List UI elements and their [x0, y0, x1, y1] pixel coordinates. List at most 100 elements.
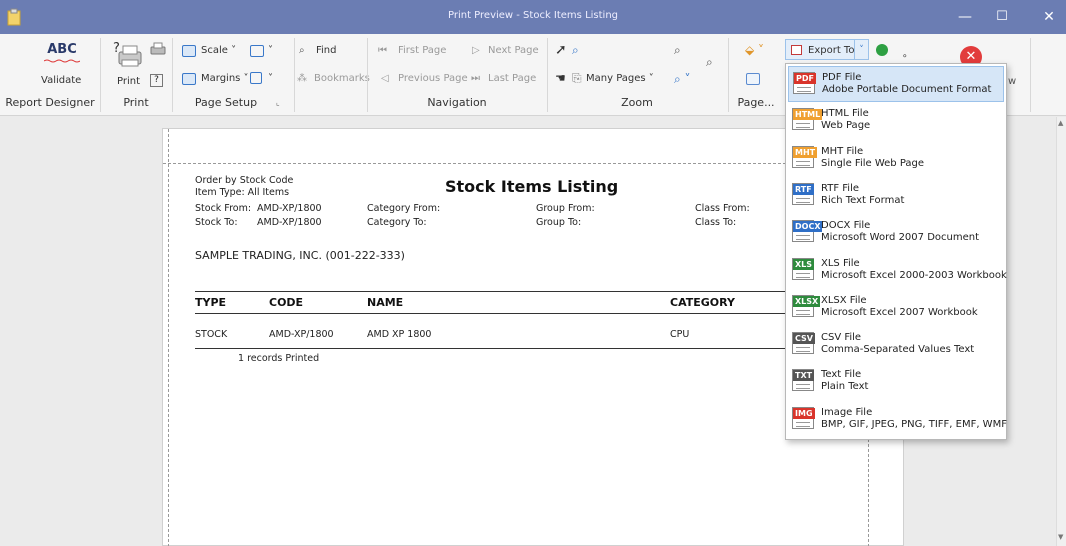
scroll-down-icon[interactable]: ▼	[1058, 533, 1063, 541]
file-icon-line	[796, 347, 810, 349]
quick-print-icon[interactable]	[150, 42, 166, 59]
file-type-tag: XLS	[793, 258, 815, 270]
stock-from-label: Stock From:	[195, 203, 252, 214]
file-icon-line	[797, 87, 811, 88]
records-printed-footer: 1 records Printed	[238, 353, 320, 364]
category-from-label: Category From:	[367, 203, 441, 214]
pages-icon: ⎘	[572, 71, 582, 85]
column-header-category: CATEGORY	[670, 296, 735, 309]
file-icon-line	[796, 351, 810, 353]
report-designer-group-label: Report Designer	[5, 96, 95, 109]
file-type-tag: XLSX	[793, 295, 821, 307]
magnifier-tool-icon[interactable]: ⌕	[572, 43, 579, 58]
file-icon-line	[796, 235, 810, 237]
orientation-dropdown-icon[interactable]: ˅	[268, 45, 273, 56]
scale-button[interactable]: Scale ˅	[201, 45, 236, 56]
scale-icon	[182, 45, 196, 57]
close-button[interactable]: ✕	[1033, 5, 1065, 29]
scroll-up-icon[interactable]: ▲	[1058, 119, 1063, 127]
next-page-icon: ▷	[472, 45, 480, 56]
zoom-in-icon[interactable]: ⌕	[706, 55, 713, 70]
next-page-button[interactable]: Next Page	[488, 45, 539, 56]
paper-size-icon[interactable]	[250, 72, 262, 84]
file-icon-line	[796, 276, 810, 278]
watermark-icon[interactable]	[746, 73, 760, 85]
export-menu-item-img[interactable]: IMG Image File BMP, GIF, JPEG, PNG, TIFF, …	[788, 402, 1007, 438]
report-order-by: Order by Stock Code	[195, 175, 294, 186]
zoom-out-icon[interactable]: ⌕	[674, 43, 681, 58]
print-button[interactable]: Print	[117, 76, 140, 87]
group-to-label: Group To:	[536, 217, 582, 228]
zoom-group-label: Zoom	[621, 96, 653, 109]
export-menu-item-html[interactable]: HTML HTML File Web Page	[788, 103, 1004, 139]
xls-file-icon: XLS	[792, 257, 815, 280]
export-menu-item-title: HTML File	[821, 108, 869, 120]
txt-file-icon: TXT	[792, 369, 815, 392]
export-menu-item-xlsx[interactable]: XLSX XLSX File Microsoft Excel 2007 Workbo…	[788, 290, 1004, 326]
xlsx-file-icon: XLSX	[792, 294, 821, 317]
vertical-scrollbar[interactable]: ▲ ▼	[1056, 117, 1066, 546]
export-menu-item-docx[interactable]: DOCX DOCX File Microsoft Word 2007 Documen…	[788, 215, 1004, 251]
column-header-type: TYPE	[195, 296, 227, 309]
group-from-label: Group From:	[536, 203, 595, 214]
find-icon: ⌕	[299, 45, 305, 56]
page-color-icon[interactable]: ⬙ ˅	[745, 43, 764, 57]
export-menu-item-rtf[interactable]: RTF RTF File Rich Text Format	[788, 178, 1004, 214]
category-to-label: Category To:	[367, 217, 427, 228]
export-menu-item-csv[interactable]: CSV CSV File Comma-Separated Values Text	[788, 327, 1004, 363]
validate-abc-icon[interactable]: ABC	[42, 42, 82, 57]
export-menu-item-description: Microsoft Word 2007 Document	[821, 232, 980, 244]
previous-page-button[interactable]: Previous Page	[398, 73, 468, 84]
export-menu-item-xls[interactable]: XLS XLS File Microsoft Excel 2000-2003 Wor…	[788, 253, 1007, 289]
margin-guide-left	[168, 129, 169, 546]
first-page-icon: ⏮	[378, 45, 387, 56]
export-menu-item-description: Web Page	[821, 120, 871, 132]
file-icon-line	[796, 127, 810, 129]
file-icon-line	[797, 91, 811, 92]
send-email-icon[interactable]	[876, 44, 888, 56]
file-icon-line	[796, 197, 810, 199]
bookmarks-button[interactable]: Bookmarks	[314, 73, 370, 84]
cell-code: AMD-XP/1800	[269, 329, 334, 340]
export-menu-item-title: DOCX File	[821, 220, 871, 232]
margins-button[interactable]: Margins ˅	[201, 73, 249, 84]
export-to-button[interactable]: Export To	[785, 39, 855, 60]
report-title: Stock Items Listing	[445, 177, 619, 196]
orientation-icon[interactable]	[250, 45, 264, 57]
csv-file-icon: CSV	[792, 332, 815, 355]
html-file-icon: HTML	[792, 108, 823, 131]
table-bottom-rule	[195, 348, 785, 349]
table-header-rule	[195, 313, 785, 314]
export-menu-item-title: XLSX File	[821, 294, 867, 306]
file-icon-line	[796, 239, 810, 241]
group-separator	[294, 38, 295, 112]
export-menu-item-title: CSV File	[821, 332, 862, 344]
export-menu-item-txt[interactable]: TXT Text File Plain Text	[788, 364, 1004, 400]
printer-icon[interactable]: ?	[113, 40, 143, 71]
export-dropdown-arrow-icon[interactable]: ˅	[855, 39, 869, 60]
find-button[interactable]: Find	[316, 45, 337, 56]
img-file-icon: IMG	[792, 406, 815, 429]
many-pages-button[interactable]: Many Pages ˅	[586, 73, 654, 84]
report-item-type: Item Type: All Items	[195, 187, 290, 198]
page-setup-group-label: Page Setup	[194, 96, 258, 109]
paper-size-dropdown-icon[interactable]: ˅	[268, 73, 273, 84]
file-icon-line	[796, 272, 810, 274]
export-secondary-icon: ⚬	[901, 52, 909, 62]
export-menu-item-mht[interactable]: MHT MHT File Single File Web Page	[788, 141, 1004, 177]
zoom-dropdown-icon[interactable]: ⌕ ˅	[674, 72, 691, 87]
stock-from-value: AMD-XP/1800	[257, 203, 322, 214]
minimize-button[interactable]: —	[949, 5, 981, 29]
first-page-button[interactable]: First Page	[398, 45, 446, 56]
pdf-file-icon: PDF	[793, 72, 816, 94]
page-setup-launcher-icon[interactable]: ⌞	[276, 98, 280, 107]
last-page-button[interactable]: Last Page	[488, 73, 536, 84]
validate-button[interactable]: Validate	[41, 75, 81, 86]
print-options-icon[interactable]: ?	[150, 74, 163, 87]
hand-tool-icon[interactable]: ☚	[555, 71, 566, 85]
maximize-button[interactable]: ☐	[986, 5, 1018, 29]
pointer-tool-icon[interactable]: ➚	[555, 42, 567, 58]
margin-guide-top	[163, 163, 786, 164]
file-icon-line	[796, 123, 810, 125]
export-menu-item-pdf[interactable]: PDF PDF File Adobe Portable Document Forma…	[788, 66, 1004, 102]
